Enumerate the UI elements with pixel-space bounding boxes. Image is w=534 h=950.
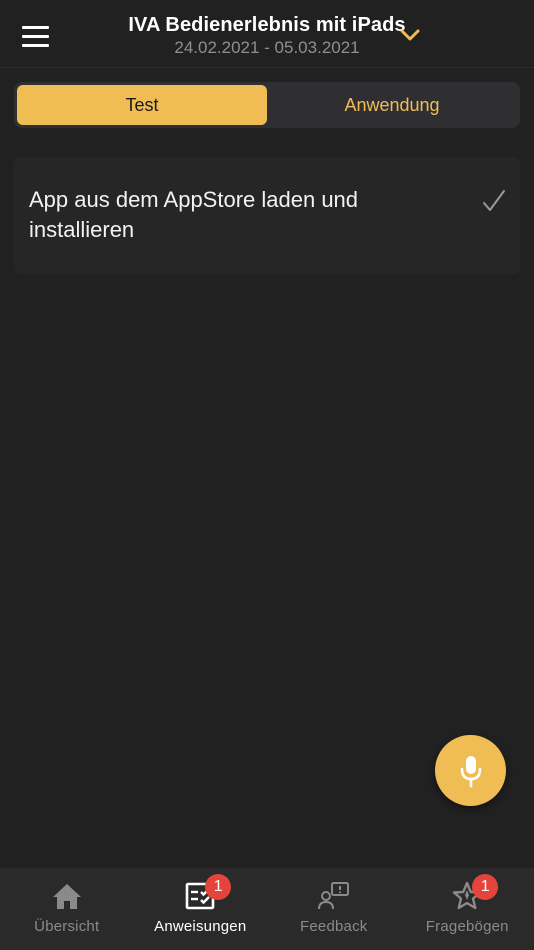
notification-badge: 1 (205, 874, 232, 900)
title-selector[interactable]: IVA Bedienerlebnis mit iPads 24.02.2021 … (0, 12, 534, 58)
chevron-down-icon[interactable] (398, 27, 422, 43)
task-text: App aus dem AppStore laden und installie… (29, 187, 359, 242)
notification-badge: 1 (472, 874, 499, 900)
segmented-control: Test Anwendung (14, 82, 520, 128)
tab-label: Fragebögen (425, 918, 509, 935)
bottom-tab-bar: Übersicht 1 Anweisungen Feedback 1 Frage… (0, 868, 534, 950)
star-icon: 1 (450, 874, 499, 912)
tab-anweisungen[interactable]: 1 Anweisungen (134, 868, 268, 950)
checklist-icon: 1 (183, 874, 232, 912)
task-card[interactable]: App aus dem AppStore laden und installie… (14, 157, 520, 274)
tab-label: Anweisungen (154, 918, 247, 935)
date-range: 24.02.2021 - 05.03.2021 (174, 38, 360, 57)
tab-feedback[interactable]: Feedback (267, 868, 401, 950)
tab-label: Übersicht (34, 918, 100, 935)
microphone-icon (460, 755, 481, 787)
feedback-icon (317, 880, 351, 912)
tab-uebersicht[interactable]: Übersicht (0, 868, 134, 950)
checkmark-icon (483, 190, 505, 211)
tab-frageboegen[interactable]: 1 Fragebögen (401, 868, 534, 950)
home-icon (50, 880, 84, 912)
app-header: IVA Bedienerlebnis mit iPads 24.02.2021 … (0, 0, 534, 68)
page-title: IVA Bedienerlebnis mit iPads (128, 14, 406, 36)
microphone-button[interactable] (435, 735, 506, 806)
segment-test[interactable]: Test (17, 85, 267, 125)
segment-anwendung[interactable]: Anwendung (267, 85, 517, 125)
tab-label: Feedback (300, 918, 368, 935)
